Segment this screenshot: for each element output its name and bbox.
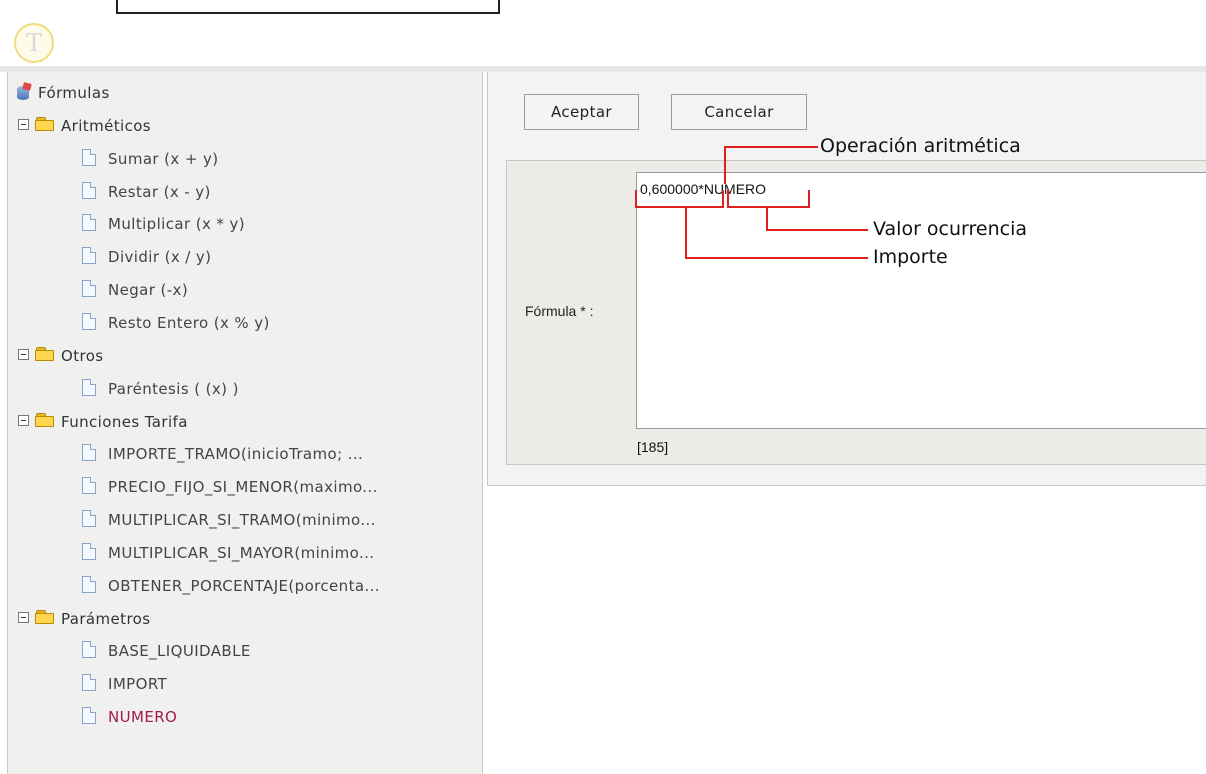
amount-leader [685,207,868,259]
annotation-amount: Importe [873,246,948,268]
occurrence-leader [766,207,868,231]
annotation-operation: Operación aritmética [820,135,1021,157]
annotation-lines [635,146,868,259]
occurrence-bracket [727,190,810,208]
annotation-occurrence: Valor ocurrencia [873,218,1028,240]
amount-bracket [635,190,724,208]
operation-leader [724,146,818,184]
